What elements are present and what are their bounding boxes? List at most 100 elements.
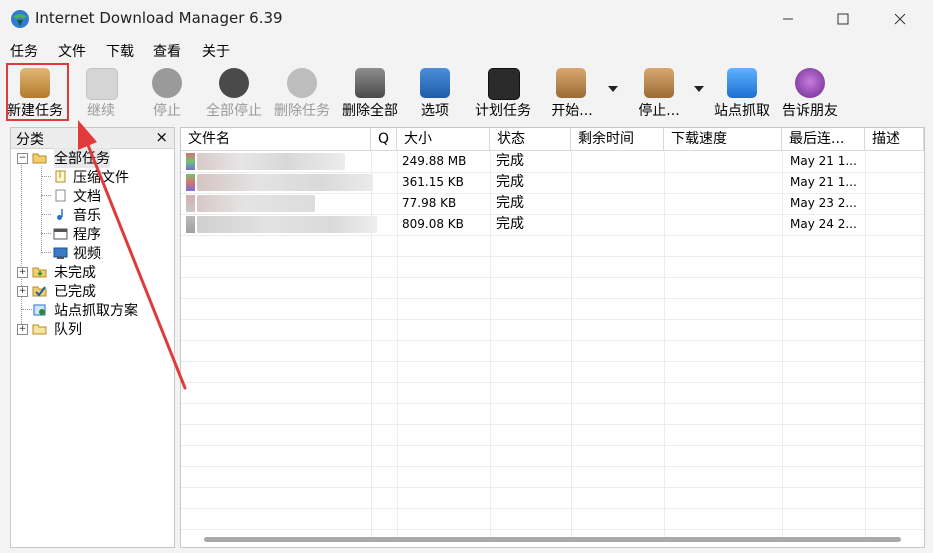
delete-all-button[interactable]: 删除全部: [338, 66, 402, 122]
file-type-icon: [186, 174, 195, 191]
download-list: 文件名 Q 大小 状态 剩余时间 下载速度 最后连... 描述 249.88 M…: [180, 127, 925, 548]
tree-label: 压缩文件: [73, 170, 129, 186]
queue-folder-icon: [32, 324, 47, 335]
cell-status: 完成: [496, 216, 524, 232]
scheduler-label: 计划任务: [475, 103, 531, 119]
column-header-queue[interactable]: Q: [371, 128, 397, 151]
grid-line: [571, 151, 572, 541]
tree-line: [41, 252, 51, 253]
tree-item-grabber-projects[interactable]: 站点抓取方案: [16, 300, 171, 319]
start-queue-dropdown-icon[interactable]: [608, 86, 618, 92]
resume-button[interactable]: 继续: [72, 66, 130, 122]
start-queue-icon: [556, 68, 586, 98]
menu-about[interactable]: 关于: [202, 41, 230, 61]
cell-size: 361.15 KB: [402, 175, 464, 189]
grid-line: [181, 340, 924, 341]
stop-queue-dropdown-icon[interactable]: [694, 86, 704, 92]
cell-last-try: May 21 1...: [790, 154, 857, 168]
stop-queue-button[interactable]: 停止...: [630, 66, 688, 122]
start-queue-button[interactable]: 开始...: [542, 66, 602, 122]
grid-line: [181, 466, 924, 467]
tree-item-all-tasks[interactable]: − 全部任务: [16, 148, 166, 168]
collapse-icon[interactable]: −: [17, 153, 28, 164]
cell-last-try: May 24 2...: [790, 217, 857, 231]
expand-icon[interactable]: +: [17, 324, 28, 335]
finished-folder-icon: [32, 286, 47, 297]
delete-all-icon: [355, 68, 385, 98]
grid-line: [181, 277, 924, 278]
tree-item-finished[interactable]: + 已完成: [16, 281, 166, 300]
menu-view[interactable]: 查看: [153, 41, 181, 61]
grid-line: [181, 235, 924, 236]
window-title: Internet Download Manager 6.39: [35, 9, 283, 27]
grid-line: [181, 403, 924, 404]
delete-all-label: 删除全部: [342, 103, 398, 119]
music-note-icon: [57, 209, 63, 220]
cell-size: 77.98 KB: [402, 196, 457, 210]
open-folder-icon: [32, 153, 47, 164]
stop-button[interactable]: 停止: [138, 66, 196, 122]
cell-status: 完成: [496, 174, 524, 190]
tree-item-music[interactable]: 音乐: [41, 205, 171, 224]
column-header-last-try[interactable]: 最后连...: [782, 128, 865, 151]
tree-line: [41, 214, 51, 215]
column-header-filename[interactable]: 文件名: [181, 128, 371, 151]
resume-label: 继续: [87, 103, 115, 119]
file-type-icon: [186, 216, 195, 233]
stop-label: 停止: [153, 103, 181, 119]
sidebar-close-button[interactable]: ×: [155, 128, 168, 146]
horizontal-scrollbar[interactable]: [204, 537, 901, 542]
grid-line: [181, 424, 924, 425]
category-sidebar: 分类 × − 全部任务 压缩文件 文档 音乐 程序 视频 + 未完成 + 已完成…: [10, 127, 175, 548]
tell-friend-button[interactable]: 告诉朋友: [778, 66, 842, 122]
scheduler-button[interactable]: 计划任务: [470, 66, 536, 122]
unfinished-folder-icon: [32, 267, 47, 278]
column-header-speed[interactable]: 下载速度: [664, 128, 782, 151]
expand-icon[interactable]: +: [17, 286, 28, 297]
menu-download[interactable]: 下载: [106, 41, 134, 61]
cell-size: 809.08 KB: [402, 217, 464, 231]
grabber-project-icon: [33, 304, 46, 316]
tree-label: 全部任务: [54, 148, 110, 168]
sidebar-header: 分类 ×: [11, 128, 174, 149]
grid-line: [371, 151, 372, 541]
annotation-highlight-box: [6, 63, 69, 121]
tell-friend-icon: [795, 68, 825, 98]
options-button[interactable]: 选项: [408, 66, 462, 122]
column-header-status[interactable]: 状态: [490, 128, 571, 151]
redacted-filename: [197, 174, 373, 191]
column-header-size[interactable]: 大小: [397, 128, 490, 151]
tree-item-unfinished[interactable]: + 未完成: [16, 262, 166, 281]
start-queue-label: 开始...: [551, 103, 593, 119]
tree-line: [41, 233, 51, 234]
grid-line: [181, 298, 924, 299]
grid-line: [782, 151, 783, 541]
tree-item-compressed[interactable]: 压缩文件: [41, 167, 171, 186]
sidebar-title: 分类: [16, 132, 44, 148]
stop-all-button[interactable]: 全部停止: [200, 66, 268, 122]
cell-status: 完成: [496, 153, 524, 169]
close-icon: [894, 13, 906, 25]
expand-icon[interactable]: +: [17, 267, 28, 278]
redacted-filename: [197, 195, 315, 212]
video-icon: [53, 247, 68, 259]
delete-task-label: 删除任务: [274, 103, 330, 119]
maximize-button[interactable]: [820, 0, 866, 38]
column-header-description[interactable]: 描述: [865, 128, 924, 151]
delete-task-button[interactable]: 删除任务: [270, 66, 334, 122]
tree-item-queue[interactable]: + 队列: [16, 319, 166, 338]
stop-icon: [152, 68, 182, 98]
options-icon: [420, 68, 450, 98]
menu-tasks[interactable]: 任务: [10, 41, 38, 61]
tree-item-video[interactable]: 视频: [41, 243, 171, 262]
cell-last-try: May 21 1...: [790, 175, 857, 189]
stop-queue-icon: [644, 68, 674, 98]
site-grabber-button[interactable]: 站点抓取: [710, 66, 774, 122]
close-button[interactable]: [877, 0, 923, 38]
minimize-button[interactable]: [765, 0, 811, 38]
minimize-icon: [783, 18, 793, 20]
tree-item-programs[interactable]: 程序: [41, 224, 171, 243]
column-header-time-left[interactable]: 剩余时间: [571, 128, 664, 151]
menu-file[interactable]: 文件: [58, 41, 86, 61]
tree-item-documents[interactable]: 文档: [41, 186, 171, 205]
